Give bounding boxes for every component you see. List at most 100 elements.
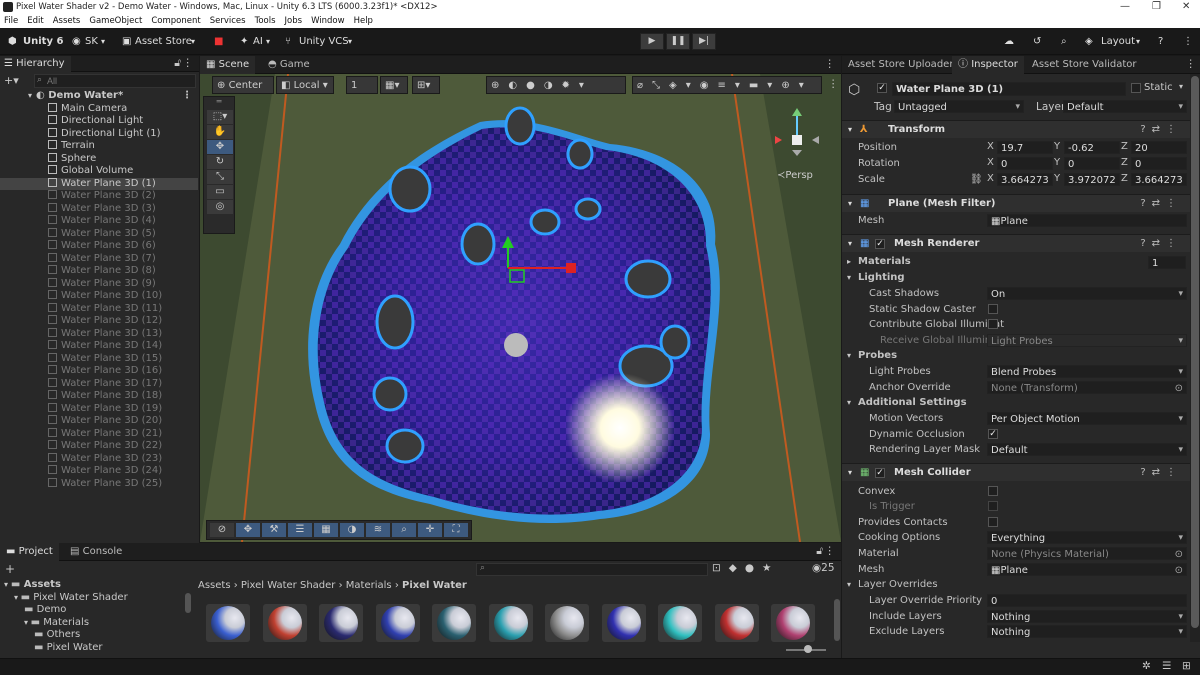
move-tool-icon[interactable]: ✥	[207, 140, 233, 154]
hierarchy-item[interactable]: Water Plane 3D (23)	[0, 452, 198, 466]
scale-field[interactable]: 3.664273	[1131, 173, 1187, 186]
project-search-input[interactable]	[476, 563, 708, 576]
tab-asset-store-uploader[interactable]: Asset Store Uploader	[842, 56, 959, 74]
object-name-field[interactable]: Water Plane 3D (1)	[892, 82, 1126, 96]
view-tool-dropdown[interactable]: ⬚▾	[207, 110, 233, 124]
rotation-field[interactable]: 0	[1064, 157, 1120, 170]
cast-shadows-dropdown[interactable]: On	[987, 287, 1187, 300]
material-thumbnail[interactable]	[488, 604, 533, 642]
menu-window[interactable]: Window	[311, 14, 345, 28]
hierarchy-item[interactable]: Water Plane 3D (6)	[0, 240, 198, 253]
icon-size-slider-handle[interactable]	[804, 645, 812, 653]
material-thumbnail[interactable]	[771, 604, 815, 642]
lighting-foldout[interactable]: ▾ Lighting	[842, 270, 1190, 286]
tab-scene[interactable]: ▦ Scene	[200, 56, 256, 74]
layout-button[interactable]: Layout	[1101, 34, 1135, 49]
mesh-renderer-header[interactable]: ▾ ▦ ✓ Mesh Renderer ?⇄⋮	[842, 234, 1190, 252]
rotate-tool-icon[interactable]: ↻	[207, 155, 233, 169]
link-icon[interactable]: ⛓	[970, 172, 983, 188]
tab-game[interactable]: ◓ Game	[262, 56, 316, 74]
draw-mode-buttons[interactable]: ⊕◐●◑✹▾	[486, 76, 626, 94]
ai-button[interactable]: AI	[253, 34, 263, 49]
search-icon[interactable]: ⌕	[1061, 34, 1067, 49]
hierarchy-item[interactable]: Water Plane 3D (17)	[0, 377, 198, 391]
hierarchy-item[interactable]: Water Plane 3D (2)	[0, 190, 198, 203]
more-icon[interactable]: ⋮	[828, 78, 839, 90]
material-thumbnail[interactable]	[319, 604, 363, 642]
scene-root[interactable]: ▾ ◐ Demo Water* ⋮	[0, 90, 198, 103]
hierarchy-item[interactable]: Water Plane 3D (25)	[0, 477, 198, 491]
cloud-icon[interactable]: ☁	[1004, 34, 1014, 49]
scene-view[interactable]: ⊕ Center ▾ ◧ Local ▾ 1 ▦▾ ⊞▾ ⊕◐●◑✹▾ ⌀⤡◈▾…	[200, 74, 841, 542]
material-thumbnail[interactable]	[545, 604, 589, 642]
position-field[interactable]: -0.62	[1064, 141, 1120, 154]
dynamic-occlusion-checkbox[interactable]: ✓	[988, 429, 998, 439]
menu-jobs[interactable]: Jobs	[285, 14, 303, 28]
breadcrumb-assets[interactable]: Assets	[198, 580, 231, 591]
scale-field[interactable]: 3.972072	[1064, 173, 1120, 186]
menu-component[interactable]: Component	[151, 14, 200, 28]
compass-icon[interactable]: ⊘	[210, 523, 234, 537]
hierarchy-item[interactable]: Water Plane 3D (8)	[0, 265, 198, 278]
convex-checkbox[interactable]	[988, 486, 998, 496]
hierarchy-item[interactable]: Water Plane 3D (20)	[0, 415, 198, 428]
hierarchy-item[interactable]: Water Plane 3D (13)	[0, 327, 198, 341]
physics-material-field[interactable]: None (Physics Material) ⊙	[987, 547, 1187, 560]
lock-icon[interactable]: 🔓︎	[816, 545, 823, 558]
menu-services[interactable]: Services	[210, 14, 246, 28]
component-header-icons[interactable]: ?⇄⋮	[1140, 195, 1182, 213]
help-icon[interactable]: ?	[1158, 34, 1163, 49]
menu-assets[interactable]: Assets	[53, 14, 81, 28]
network-icon[interactable]: ⊞	[1182, 660, 1191, 672]
mesh-renderer-enabled-checkbox[interactable]: ✓	[875, 239, 885, 249]
move-icon[interactable]: ✥	[236, 523, 260, 537]
layer-dropdown[interactable]: Default	[1063, 100, 1187, 113]
wave-icon[interactable]: ≋	[366, 523, 390, 537]
asset-store-button[interactable]: Asset Store	[135, 34, 192, 49]
project-tree-item[interactable]: ▬ Pixel Water	[0, 642, 185, 655]
camera-icon[interactable]: ⛶	[444, 523, 468, 537]
tab-console[interactable]: ▤ Console	[64, 543, 128, 561]
rect-tool-icon[interactable]: ▭	[207, 185, 233, 199]
tab-asset-store-validator[interactable]: Asset Store Validator	[1026, 56, 1143, 74]
exclude-layers-dropdown[interactable]: Nothing	[987, 625, 1187, 638]
persp-label[interactable]: ≺Persp	[777, 170, 813, 181]
minimize-icon[interactable]: —	[1120, 0, 1130, 14]
materials-row[interactable]: ▸ Materials	[842, 254, 1190, 270]
menu-help[interactable]: Help	[354, 14, 373, 28]
object-picker-icon[interactable]: ⊙	[1175, 382, 1183, 393]
hierarchy-item[interactable]: Water Plane 3D (11)	[0, 302, 198, 316]
more-icon[interactable]: ⋮	[182, 90, 192, 103]
maximize-icon[interactable]: ❐	[1152, 0, 1161, 14]
lock-icon[interactable]: 🔓︎	[174, 57, 181, 70]
tools-icon[interactable]: ⚒	[262, 523, 286, 537]
hierarchy-item[interactable]: Directional Light (1)	[0, 127, 198, 141]
sliders-icon[interactable]: ☰	[288, 523, 312, 537]
unity-vcs-button[interactable]: Unity VCS	[299, 34, 349, 49]
step-button[interactable]: ▶|	[692, 33, 716, 50]
create-button[interactable]: +	[5, 562, 15, 576]
hierarchy-item[interactable]: Water Plane 3D (1)	[0, 177, 198, 190]
position-field[interactable]: 20	[1131, 141, 1187, 154]
tab-hierarchy[interactable]: ☰ Hierarchy	[0, 56, 71, 72]
project-tree-item[interactable]: ▾ ▬ Pixel Water Shader	[0, 592, 185, 605]
transform-header[interactable]: ▾ ⅄ Transform ?⇄⋮	[842, 120, 1190, 138]
more-icon[interactable]: ⋮	[825, 545, 836, 557]
inspector-scrollbar-thumb[interactable]	[1191, 76, 1199, 628]
scale-field[interactable]: 3.664273	[997, 173, 1053, 186]
snap-increment-button[interactable]: ⊞▾	[412, 76, 440, 94]
hierarchy-item[interactable]: Water Plane 3D (5)	[0, 227, 198, 241]
menu-gameobject[interactable]: GameObject	[89, 14, 142, 28]
include-layers-dropdown[interactable]: Nothing	[987, 610, 1187, 623]
hierarchy-item[interactable]: Water Plane 3D (12)	[0, 315, 198, 328]
hierarchy-item[interactable]: Sphere	[0, 152, 198, 166]
menu-edit[interactable]: Edit	[27, 14, 43, 28]
moon-icon[interactable]: ◑	[340, 523, 364, 537]
play-button[interactable]: ▶	[640, 33, 664, 50]
project-tree-item[interactable]: ▾ ▬ Assets	[0, 579, 185, 592]
material-thumbnail[interactable]	[375, 604, 420, 642]
probes-foldout[interactable]: ▾ Probes	[842, 348, 1190, 364]
material-thumbnail[interactable]	[206, 604, 250, 642]
chevron-down-icon[interactable]: ▾	[1179, 82, 1183, 91]
debug-icon[interactable]: ✲	[1142, 660, 1151, 672]
